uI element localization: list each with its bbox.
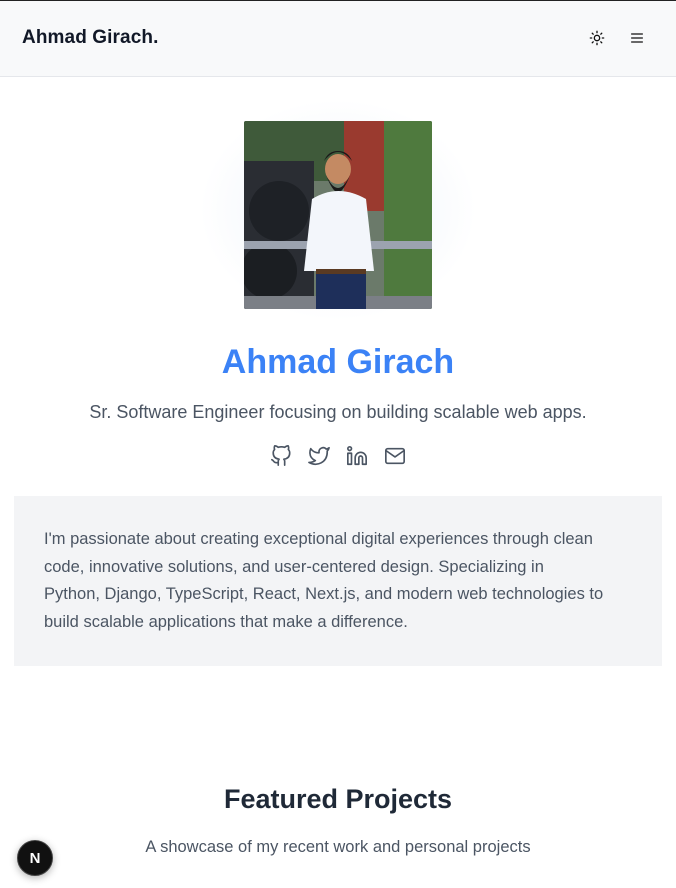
brand-logo[interactable]: Ahmad Girach.	[22, 27, 158, 49]
hero-name: Ahmad Girach	[221, 343, 455, 381]
about-text: I'm passionate about creating exceptiona…	[44, 530, 604, 631]
email-link[interactable]	[383, 444, 407, 468]
profile-photo	[244, 121, 432, 309]
projects-title: Featured Projects	[223, 784, 453, 814]
nextjs-logo-icon: N	[29, 849, 41, 867]
nextjs-dev-badge[interactable]: N	[17, 840, 53, 876]
site-header: Ahmad Girach.	[0, 0, 676, 77]
menu-button[interactable]	[625, 26, 649, 50]
linkedin-icon	[347, 446, 367, 466]
hero-tagline: Sr. Software Engineer focusing on buildi…	[89, 402, 587, 422]
projects-subtitle: A showcase of my recent work and persona…	[145, 838, 531, 856]
linkedin-link[interactable]	[345, 444, 369, 468]
github-link[interactable]	[269, 444, 293, 468]
twitter-link[interactable]	[307, 444, 331, 468]
about-card: I'm passionate about creating exceptiona…	[14, 496, 662, 666]
avatar-photo	[244, 121, 432, 309]
hamburger-menu-icon	[631, 33, 643, 43]
theme-toggle-button[interactable]	[585, 26, 609, 50]
social-links	[0, 444, 676, 468]
mail-icon	[385, 447, 405, 465]
sun-icon	[589, 30, 605, 46]
twitter-icon	[308, 446, 330, 466]
github-icon	[271, 445, 291, 466]
